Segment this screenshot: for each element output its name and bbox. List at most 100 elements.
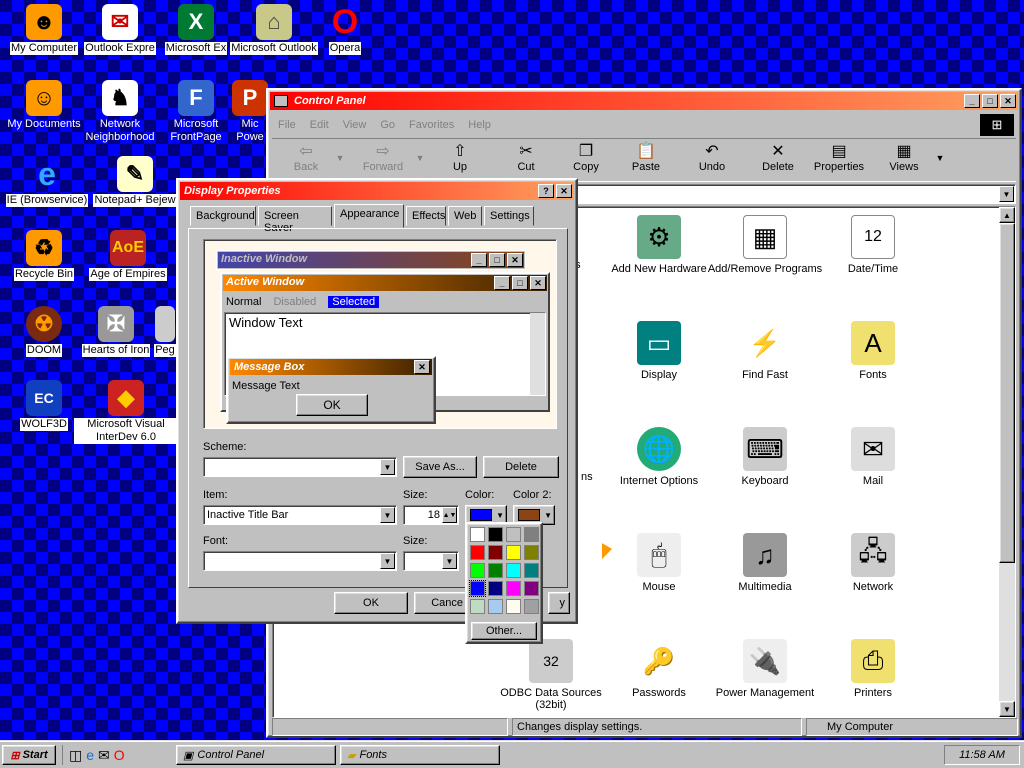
tab-background[interactable]: Background [190,206,256,226]
delete-button[interactable]: ✕ Delete [758,141,798,179]
ie-quicklaunch-icon[interactable]: e [86,747,94,763]
palette-color-swatch[interactable] [506,599,521,614]
paste-button[interactable]: 📋 Paste [626,141,666,179]
vertical-scrollbar[interactable]: ▲ ▼ [999,207,1015,717]
desktop-icon-my-computer[interactable]: ☻ My Computer [6,4,82,55]
cp-power-management[interactable]: 🔌 Power Management [705,639,825,699]
font-select[interactable]: ▼ [203,551,397,571]
tab-screen-saver[interactable]: Screen Saver [258,206,332,234]
desktop-icon-ie[interactable]: e IE (Browservice) [0,156,94,207]
cut-button[interactable]: ✂ Cut [506,141,546,179]
palette-color-swatch[interactable] [470,599,485,614]
menu-file[interactable]: File [278,119,296,131]
palette-color-swatch[interactable] [524,563,539,578]
start-button[interactable]: ⊞ Start [2,745,56,765]
palette-color-swatch[interactable] [470,527,485,542]
tab-effects[interactable]: Effects [406,206,446,226]
cancel-button[interactable]: Cance [414,592,468,614]
desktop-icon-wolf3d[interactable]: EC WOLF3D [6,380,82,431]
taskbar-control-panel[interactable]: ▣ Control Panel [176,745,336,765]
back-button[interactable]: ⇦ Back [286,141,326,179]
menu-go[interactable]: Go [380,119,395,131]
cp-add-new-hardware[interactable]: ⚙ Add New Hardware [599,215,719,275]
palette-color-swatch[interactable] [488,563,503,578]
cp-passwords[interactable]: 🔑 Passwords [599,639,719,700]
desktop-icon-powerpoint[interactable]: P Mic Powe [232,80,268,144]
control-panel-titlebar[interactable]: Control Panel _ □ ✕ [270,92,1018,110]
cp-printers[interactable]: ⎙ Printers [813,639,933,699]
palette-color-swatch[interactable] [506,563,521,578]
help-button[interactable]: ? [538,184,554,198]
up-button[interactable]: ⇧ Up [440,141,480,179]
show-desktop-icon[interactable]: ◫ [69,747,82,764]
other-color-button[interactable]: Other... [471,622,537,640]
cp-find-fast[interactable]: ⚡ Find Fast [705,321,825,382]
palette-color-swatch[interactable] [524,599,539,614]
desktop-icon-frontpage[interactable]: F Microsoft FrontPage [158,80,234,144]
cp-mouse[interactable]: 🖱 Mouse [599,533,719,593]
cp-mail[interactable]: ✉ Mail [813,427,933,487]
display-properties-titlebar[interactable]: Display Properties ? ✕ [180,182,574,200]
opera-quicklaunch-icon[interactable]: O [114,747,125,763]
item-dropdown-icon[interactable]: ▼ [380,507,395,523]
desktop-icon-recycle-bin[interactable]: ♻ Recycle Bin [6,230,82,281]
tab-web[interactable]: Web [448,206,482,226]
size-spinner[interactable]: 18 ▲▼ [403,505,459,525]
apply-button[interactable]: y [548,592,570,614]
save-as-button[interactable]: Save As... [403,456,477,478]
scheme-select[interactable]: ▼ [203,457,397,477]
views-button[interactable]: ▦ Views [884,141,924,179]
cp-internet-options[interactable]: 🌐 Internet Options [599,427,719,487]
palette-color-swatch[interactable] [488,545,503,560]
desktop-icon-outlook-express[interactable]: ✉ Outlook Expre [82,4,158,55]
address-dropdown-icon[interactable]: ▼ [999,186,1014,202]
cp-date-time[interactable]: 12 Date/Time [813,215,933,275]
palette-color-swatch[interactable] [524,581,539,596]
cp-add-remove-programs[interactable]: ▦ Add/Remove Programs [705,215,825,275]
palette-color-swatch[interactable] [506,527,521,542]
palette-color-swatch[interactable] [488,581,503,596]
menu-edit[interactable]: Edit [310,119,329,131]
minimize-button[interactable]: _ [964,94,980,108]
font-dropdown-icon[interactable]: ▼ [380,553,395,569]
desktop-icon-opera[interactable]: O Opera [318,3,372,55]
scroll-thumb[interactable] [999,223,1015,563]
properties-button[interactable]: ▤ Properties [810,141,868,179]
forward-button[interactable]: ⇨ Forward [358,141,408,179]
close-button[interactable]: ✕ [1000,94,1016,108]
palette-color-swatch[interactable] [506,581,521,596]
ok-button[interactable]: OK [334,592,408,614]
cp-multimedia[interactable]: ♫ Multimedia [705,533,825,593]
desktop-icon-notepad[interactable]: ✎ Notepad+ Bejew [92,156,178,207]
outlook-quicklaunch-icon[interactable]: ✉ [98,747,110,764]
maximize-button[interactable]: □ [982,94,998,108]
palette-color-swatch[interactable] [506,545,521,560]
scroll-down-button[interactable]: ▼ [999,701,1015,717]
delete-scheme-button[interactable]: Delete [483,456,559,478]
dialog-close-button[interactable]: ✕ [556,184,572,198]
palette-color-swatch[interactable] [524,527,539,542]
taskbar-fonts[interactable]: ▰ Fonts [340,745,500,765]
size-spinner-arrows-icon[interactable]: ▲▼ [442,507,457,523]
palette-color-swatch[interactable] [524,545,539,560]
palette-color-swatch[interactable] [470,563,485,578]
desktop-icon-doom[interactable]: ☢ DOOM [6,306,82,357]
scroll-up-button[interactable]: ▲ [999,207,1015,223]
menu-help[interactable]: Help [468,119,491,131]
item-select[interactable]: Inactive Title Bar ▼ [203,505,397,525]
desktop-icon-age-of-empires[interactable]: AoE Age of Empires [80,230,176,281]
cp-keyboard[interactable]: ⌨ Keyboard [705,427,825,487]
tab-appearance[interactable]: Appearance [334,204,404,228]
font-size-select[interactable]: ▼ [403,551,459,571]
menu-favorites[interactable]: Favorites [409,119,454,131]
copy-button[interactable]: ❐ Copy [566,141,606,179]
cp-odbc[interactable]: 32 ODBC Data Sources (32bit) [491,639,611,711]
cp-fonts[interactable]: A Fonts [813,321,933,381]
tab-settings[interactable]: Settings [484,206,534,226]
desktop-icon-peg[interactable]: Peg [152,306,178,357]
cp-display[interactable]: ▭ Display [599,321,719,381]
palette-color-swatch[interactable] [488,527,503,542]
scheme-dropdown-icon[interactable]: ▼ [380,459,395,475]
font-size-dropdown-icon[interactable]: ▼ [442,553,457,569]
desktop-icon-my-documents[interactable]: ☺ My Documents [6,80,82,131]
